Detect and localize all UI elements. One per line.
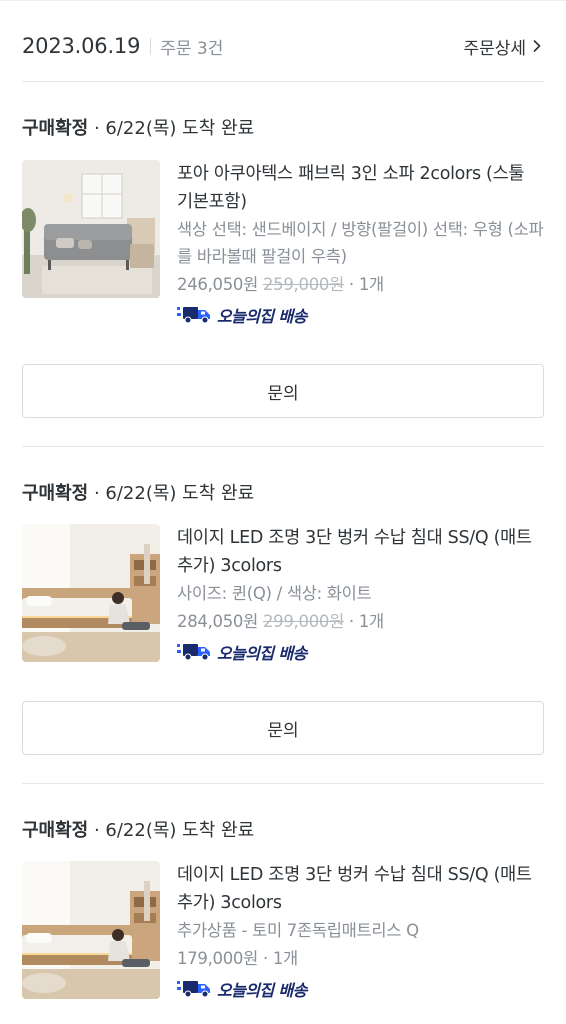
section-divider	[22, 783, 544, 784]
item-status: 구매확정 · 6/22(목) 도착 완료	[22, 479, 254, 505]
delivery-label: 오늘의집 배송	[217, 307, 307, 326]
order-item: 데이지 LED 조명 3단 벙커 수납 침대 SS/Q (매트 추가) 3col…	[22, 524, 544, 704]
chevron-right-icon	[533, 40, 541, 52]
header-separator	[150, 37, 152, 55]
order-history-page: 2023.06.19 주문 3건 주문상세 구매확정 · 6/22(목) 도착 …	[0, 0, 566, 1024]
item-info: 데이지 LED 조명 3단 벙커 수납 침대 SS/Q (매트 추가) 3col…	[177, 524, 544, 663]
order-detail-label: 주문상세	[463, 38, 526, 59]
section-divider	[22, 446, 544, 447]
inquiry-button[interactable]: 문의	[22, 364, 544, 418]
sale-price: 179,000원	[177, 949, 259, 968]
status-label: 구매확정	[22, 118, 89, 139]
original-price: 299,000원	[262, 612, 344, 631]
price-row: 284,050원 299,000원 · 1개	[177, 607, 544, 637]
item-status: 구매확정 · 6/22(목) 도착 완료	[22, 114, 254, 140]
product-name[interactable]: 데이지 LED 조명 3단 벙커 수납 침대 SS/Q (매트 추가) 3col…	[177, 861, 544, 917]
bed-product-image	[22, 524, 160, 662]
delivery-truck-icon	[177, 307, 210, 324]
item-info: 포아 아쿠아텍스 패브릭 3인 소파 2colors (스툴 기본포함) 색상 …	[177, 160, 544, 326]
order-header: 2023.06.19 주문 3건 주문상세	[22, 26, 544, 66]
bed-product-image	[22, 861, 160, 999]
status-arrival: · 6/22(목) 도착 완료	[88, 820, 255, 841]
product-name[interactable]: 데이지 LED 조명 3단 벙커 수납 침대 SS/Q (매트 추가) 3col…	[177, 524, 544, 580]
product-name[interactable]: 포아 아쿠아텍스 패브릭 3인 소파 2colors (스툴 기본포함)	[177, 160, 544, 216]
delivery-truck-icon	[177, 981, 210, 998]
status-label: 구매확정	[22, 483, 89, 504]
item-info: 데이지 LED 조명 3단 벙커 수납 침대 SS/Q (매트 추가) 3col…	[177, 861, 544, 1000]
section-divider	[22, 81, 544, 82]
product-option: 색상 선택: 샌드베이지 / 방향(팔걸이) 선택: 우형 (소파를 바라볼때 …	[177, 220, 544, 266]
item-status: 구매확정 · 6/22(목) 도착 완료	[22, 816, 254, 842]
order-date: 2023.06.19	[22, 34, 141, 58]
delivery-badge: 오늘의집 배송	[177, 978, 544, 1000]
price-row: 246,050원 259,000원 · 1개	[177, 270, 544, 300]
inquiry-button[interactable]: 문의	[22, 701, 544, 755]
quantity: · 1개	[343, 275, 384, 294]
status-arrival: · 6/22(목) 도착 완료	[88, 483, 255, 504]
price-row: 179,000원 · 1개	[177, 944, 544, 974]
delivery-truck-icon	[177, 644, 210, 661]
status-label: 구매확정	[22, 820, 89, 841]
order-item: 포아 아쿠아텍스 패브릭 3인 소파 2colors (스툴 기본포함) 색상 …	[22, 160, 544, 340]
quantity: · 1개	[258, 949, 298, 968]
original-price: 259,000원	[262, 275, 344, 294]
product-option: 사이즈: 퀸(Q) / 색상: 화이트	[177, 584, 372, 603]
delivery-badge: 오늘의집 배송	[177, 304, 544, 326]
order-detail-link[interactable]: 주문상세	[463, 34, 544, 59]
product-option: 추가상품 - 토미 7존독립매트리스 Q	[177, 921, 419, 940]
delivery-label: 오늘의집 배송	[217, 981, 307, 1000]
sale-price: 246,050원	[177, 275, 259, 294]
sofa-product-image	[22, 160, 160, 298]
order-count: 주문 3건	[160, 38, 224, 59]
delivery-badge: 오늘의집 배송	[177, 641, 544, 663]
status-arrival: · 6/22(목) 도착 완료	[88, 118, 255, 139]
order-item: 데이지 LED 조명 3단 벙커 수납 침대 SS/Q (매트 추가) 3col…	[22, 861, 544, 1024]
top-border	[0, 0, 566, 1]
sale-price: 284,050원	[177, 612, 259, 631]
quantity: · 1개	[343, 612, 384, 631]
product-thumbnail[interactable]	[22, 861, 160, 999]
product-thumbnail[interactable]	[22, 524, 160, 662]
product-thumbnail[interactable]	[22, 160, 160, 298]
delivery-label: 오늘의집 배송	[217, 644, 307, 663]
